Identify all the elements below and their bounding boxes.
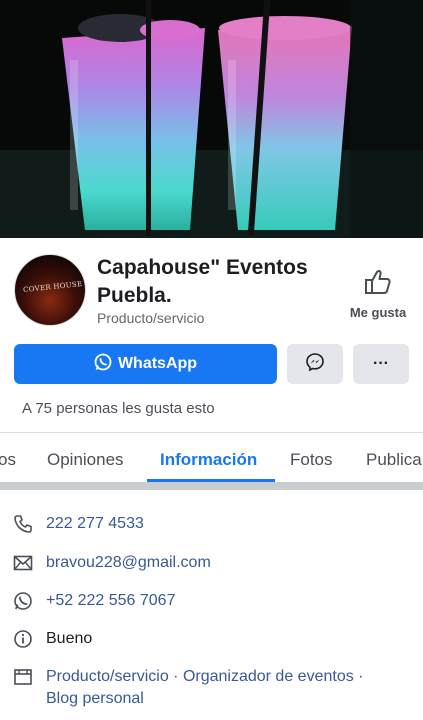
envelope-icon — [12, 552, 34, 574]
category-icon — [12, 666, 34, 688]
info-phone[interactable]: 222 277 4533 — [46, 513, 144, 535]
whatsapp-icon — [94, 353, 118, 376]
avatar-logo-text: COVER HOUSE — [22, 279, 83, 295]
info-icon — [12, 628, 34, 650]
tab-information[interactable]: Información — [160, 450, 257, 470]
section-divider — [0, 482, 423, 490]
like-button[interactable]: Me gusta — [340, 268, 416, 320]
ellipsis-icon: ··· — [373, 355, 389, 372]
tab-photos[interactable]: Fotos — [290, 450, 333, 470]
info-categories-line2[interactable]: Blog personal — [46, 690, 144, 707]
whatsapp-button[interactable]: WhatsApp — [14, 344, 277, 384]
info-categories-line1[interactable]: Producto/servicio · Organizador de event… — [46, 668, 363, 685]
tab-posts[interactable]: Publica — [366, 450, 422, 470]
info-phone-row[interactable]: 222 277 4533 — [12, 513, 144, 535]
info-section: 222 277 4533 bravou228@gmail.com +52 222… — [0, 490, 423, 720]
cover-photo[interactable] — [0, 0, 423, 238]
messenger-button[interactable] — [287, 344, 343, 384]
info-categories: Producto/servicio · Organizador de event… — [46, 666, 363, 710]
info-rating-row: Bueno — [12, 628, 92, 650]
likes-count-text: A 75 personas les gusta esto — [22, 400, 215, 417]
page-avatar[interactable]: COVER HOUSE — [14, 254, 86, 326]
cover-drinks-illustration — [0, 0, 423, 238]
like-button-label: Me gusta — [349, 305, 407, 320]
tab-services[interactable]: os — [0, 450, 16, 470]
tab-reviews[interactable]: Opiniones — [47, 450, 124, 470]
page-tabs: os Opiniones Información Fotos Publica — [0, 432, 423, 483]
thumbs-up-icon — [363, 269, 393, 300]
messenger-icon — [305, 352, 325, 377]
info-whatsapp-number[interactable]: +52 222 556 7067 — [46, 590, 175, 612]
more-options-button[interactable]: ··· — [353, 344, 409, 384]
info-email-row[interactable]: bravou228@gmail.com — [12, 552, 211, 574]
phone-icon — [12, 513, 34, 535]
page-header: COVER HOUSE Capahouse" Eventos Puebla. P… — [0, 238, 423, 428]
page-title: Capahouse" Eventos Puebla. — [97, 256, 308, 307]
info-category-row: Producto/servicio · Organizador de event… — [12, 666, 363, 710]
info-email[interactable]: bravou228@gmail.com — [46, 552, 211, 574]
info-whatsapp-row[interactable]: +52 222 556 7067 — [12, 590, 175, 612]
whatsapp-icon — [12, 590, 34, 612]
page-category: Producto/servicio — [97, 310, 205, 326]
whatsapp-button-label: WhatsApp — [117, 355, 198, 372]
info-rating: Bueno — [46, 630, 93, 647]
